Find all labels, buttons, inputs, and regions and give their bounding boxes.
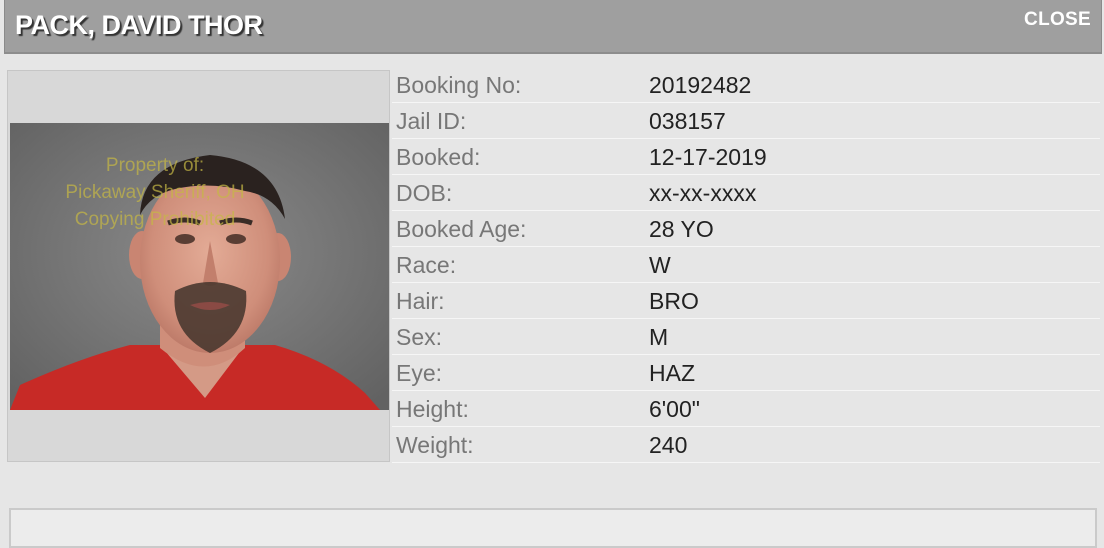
detail-row-booking-no: Booking No: 20192482 xyxy=(392,67,1100,103)
detail-row-booked-age: Booked Age: 28 YO xyxy=(392,211,1100,247)
detail-label: Height: xyxy=(396,396,469,422)
detail-row-dob: DOB: xx-xx-xxxx xyxy=(392,175,1100,211)
detail-row-height: Height: 6'00" xyxy=(392,391,1100,427)
watermark-line-1: Property of: xyxy=(106,155,204,176)
detail-label: Jail ID: xyxy=(396,108,467,134)
booking-details: Booking No: 20192482 Jail ID: 038157 Boo… xyxy=(392,67,1100,463)
detail-label: Eye: xyxy=(396,360,443,386)
mugshot-image: Property of: Pickaway Sheriff, OH Copyin… xyxy=(10,123,389,410)
dialog-titlebar: PACK, DAVID THOR CLOSE xyxy=(4,0,1102,54)
detail-label: Weight: xyxy=(396,432,474,458)
detail-value: W xyxy=(649,252,671,278)
detail-value: 038157 xyxy=(649,108,726,134)
detail-label: Hair: xyxy=(396,288,445,314)
detail-value: HAZ xyxy=(649,360,695,386)
detail-label: Booked Age: xyxy=(396,216,527,242)
detail-label: Booked: xyxy=(396,144,481,170)
detail-value: 28 YO xyxy=(649,216,714,242)
detail-row-race: Race: W xyxy=(392,247,1100,283)
detail-label: Race: xyxy=(396,252,457,278)
detail-value: BRO xyxy=(649,288,699,314)
detail-row-eye: Eye: HAZ xyxy=(392,355,1100,391)
detail-value: 6'00" xyxy=(649,396,700,422)
detail-value: 20192482 xyxy=(649,72,752,98)
watermark-line-2: Pickaway Sheriff, OH xyxy=(65,182,244,203)
detail-value: xx-xx-xxxx xyxy=(649,180,757,206)
inmate-name-title: PACK, DAVID THOR xyxy=(15,10,263,40)
detail-label: DOB: xyxy=(396,180,453,206)
detail-row-booked: Booked: 12-17-2019 xyxy=(392,139,1100,175)
detail-value: 240 xyxy=(649,432,688,458)
detail-value: 12-17-2019 xyxy=(649,144,767,170)
close-button[interactable]: CLOSE xyxy=(1024,9,1091,31)
detail-row-sex: Sex: M xyxy=(392,319,1100,355)
detail-row-jail-id: Jail ID: 038157 xyxy=(392,103,1100,139)
detail-label: Sex: xyxy=(396,324,443,350)
detail-row-hair: Hair: BRO xyxy=(392,283,1100,319)
detail-value: M xyxy=(649,324,669,350)
photo-panel: Property of: Pickaway Sheriff, OH Copyin… xyxy=(7,70,390,462)
detail-row-weight: Weight: 240 xyxy=(392,427,1100,463)
watermark-line-3: Copying Prohibited xyxy=(75,209,236,230)
detail-label: Booking No: xyxy=(396,72,522,98)
charges-panel xyxy=(9,508,1097,548)
